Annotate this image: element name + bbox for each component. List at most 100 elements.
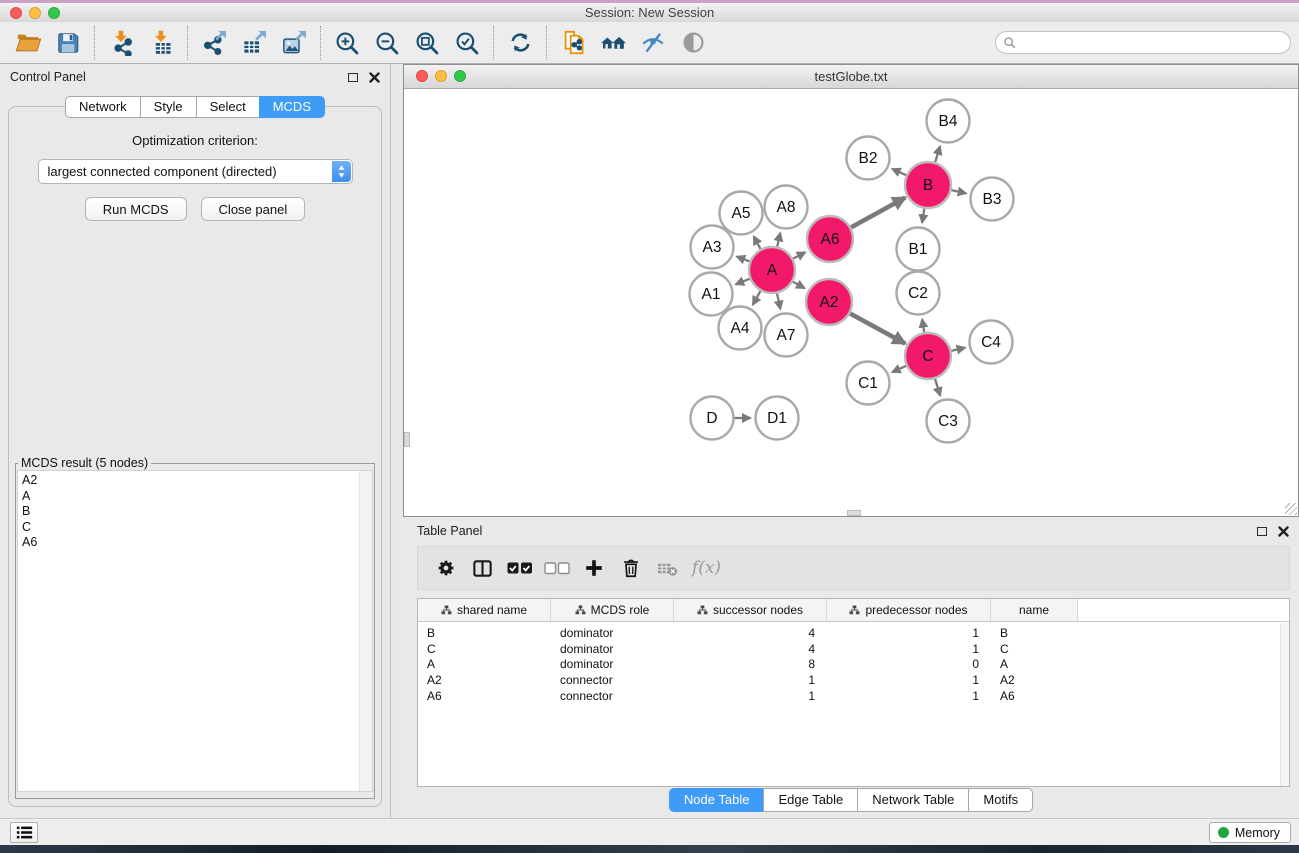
result-item[interactable]: C	[18, 520, 372, 536]
graph-edge-B-B1[interactable]	[922, 208, 924, 223]
table-settings-button[interactable]	[427, 557, 464, 579]
criterion-dropdown[interactable]: largest connected component (directed)	[38, 159, 353, 184]
column-header-mcds-role[interactable]: MCDS role	[551, 599, 674, 621]
tab-mcds[interactable]: MCDS	[259, 96, 325, 118]
left-resize-grip[interactable]	[404, 432, 410, 447]
deselect-all-button[interactable]	[538, 561, 575, 575]
function-builder-button[interactable]: f(x)	[686, 558, 723, 578]
table-row[interactable]: Adominator80A	[418, 657, 1289, 673]
mcds-result-listbox[interactable]: A2ABCA6	[17, 470, 373, 792]
graph-node-label: A6	[821, 231, 840, 248]
table-row[interactable]: A6connector11A6	[418, 688, 1289, 704]
network-window-titlebar[interactable]: testGlobe.txt	[404, 65, 1298, 89]
close-panel-icon[interactable]	[1278, 526, 1289, 537]
memory-button[interactable]: Memory	[1209, 822, 1291, 843]
columns-icon	[471, 557, 494, 580]
table-scrollbar[interactable]	[1280, 623, 1289, 786]
dropdown-stepper-icon	[332, 161, 351, 182]
show-all-button[interactable]	[673, 26, 713, 60]
tab-select[interactable]: Select	[196, 96, 260, 118]
graph-edge-A-A2[interactable]	[792, 281, 805, 288]
minimize-window-button[interactable]	[29, 7, 41, 19]
tab-motifs[interactable]: Motifs	[968, 788, 1033, 812]
search-input[interactable]	[1021, 36, 1290, 50]
clone-network-button[interactable]	[553, 26, 593, 60]
graph-edge-A-A4[interactable]	[753, 290, 761, 305]
zoom-in-button[interactable]	[327, 26, 367, 60]
graph-edge-A-A7[interactable]	[777, 292, 781, 309]
delete-table-button[interactable]	[649, 557, 686, 580]
tab-edge-table[interactable]: Edge Table	[763, 788, 858, 812]
zoom-selected-button[interactable]	[447, 26, 487, 60]
open-session-button[interactable]	[8, 26, 48, 60]
graph-edge-A2-C[interactable]	[849, 313, 905, 344]
bottom-resize-grip[interactable]	[847, 510, 861, 516]
network-minimize-button[interactable]	[435, 70, 447, 82]
graph-edge-C-C1[interactable]	[892, 365, 907, 372]
table-panel: Table Panel	[403, 517, 1299, 818]
tab-style[interactable]: Style	[140, 96, 197, 118]
table-cell: A2	[418, 673, 551, 687]
result-item[interactable]: B	[18, 504, 372, 520]
delete-column-button[interactable]	[612, 557, 649, 579]
graph-edge-B-B3[interactable]	[950, 190, 966, 193]
import-network-button[interactable]	[101, 26, 141, 60]
zoom-fit-button[interactable]	[407, 26, 447, 60]
result-item[interactable]: A2	[18, 471, 372, 489]
tab-network-table[interactable]: Network Table	[857, 788, 969, 812]
search-field[interactable]	[995, 31, 1291, 54]
run-mcds-button[interactable]: Run MCDS	[85, 197, 187, 221]
close-panel-button[interactable]: Close panel	[201, 197, 306, 221]
table-row[interactable]: Bdominator41B	[418, 625, 1289, 641]
show-columns-button[interactable]	[464, 557, 501, 580]
graph-node-label: A8	[777, 199, 796, 216]
column-header-predecessor-nodes[interactable]: predecessor nodes	[827, 599, 991, 621]
export-table-icon	[241, 29, 268, 56]
node-table[interactable]: shared name MCDS role successor nodes pr…	[417, 598, 1290, 787]
refresh-button[interactable]	[500, 26, 540, 60]
graph-edge-A6-B[interactable]	[850, 198, 905, 228]
task-history-button[interactable]	[10, 822, 38, 843]
graph-edge-B-B2[interactable]	[892, 169, 907, 176]
graph-edge-A-A6[interactable]	[792, 252, 805, 259]
corner-resize-grip[interactable]	[1285, 503, 1297, 515]
zoom-window-button[interactable]	[48, 7, 60, 19]
tab-network[interactable]: Network	[65, 96, 141, 118]
select-all-icon	[507, 561, 533, 575]
network-graph[interactable]: B4B2BB3A5A8A6A3B1AA1C2A2A4A7C4CC1C3DD1	[404, 89, 1298, 516]
result-item[interactable]: A	[18, 489, 372, 505]
close-panel-icon[interactable]	[369, 72, 380, 83]
graph-edge-C-C2[interactable]	[922, 319, 924, 333]
column-header-name[interactable]: name	[991, 599, 1078, 621]
graph-edge-C-C4[interactable]	[950, 348, 965, 351]
table-row[interactable]: Cdominator41C	[418, 641, 1289, 657]
save-session-button[interactable]	[48, 26, 88, 60]
export-image-button[interactable]	[274, 26, 314, 60]
first-neighbors-button[interactable]	[593, 26, 633, 60]
graph-edge-A-A8[interactable]	[777, 233, 780, 248]
graph-edge-A-A3[interactable]	[737, 256, 751, 261]
column-header-successor-nodes[interactable]: successor nodes	[674, 599, 827, 621]
network-close-button[interactable]	[416, 70, 428, 82]
network-zoom-button[interactable]	[454, 70, 466, 82]
float-panel-icon[interactable]	[348, 73, 358, 82]
column-header-shared-name[interactable]: shared name	[418, 599, 551, 621]
graph-edge-B-B4[interactable]	[935, 146, 940, 163]
graph-edge-A-A1[interactable]	[736, 278, 751, 284]
close-window-button[interactable]	[10, 7, 22, 19]
select-all-button[interactable]	[501, 561, 538, 575]
export-network-button[interactable]	[194, 26, 234, 60]
import-table-button[interactable]	[141, 26, 181, 60]
result-scrollbar[interactable]	[359, 471, 372, 791]
graph-edge-A-A5[interactable]	[754, 236, 761, 250]
add-column-button[interactable]	[575, 557, 612, 579]
hide-selected-button[interactable]	[633, 26, 673, 60]
tab-node-table[interactable]: Node Table	[669, 788, 765, 812]
table-row[interactable]: A2connector11A2	[418, 672, 1289, 688]
float-panel-icon[interactable]	[1257, 527, 1267, 536]
export-table-button[interactable]	[234, 26, 274, 60]
zoom-out-button[interactable]	[367, 26, 407, 60]
result-item[interactable]: A6	[18, 535, 372, 551]
network-canvas[interactable]: B4B2BB3A5A8A6A3B1AA1C2A2A4A7C4CC1C3DD1	[404, 89, 1298, 516]
graph-edge-C-C3[interactable]	[935, 378, 940, 396]
